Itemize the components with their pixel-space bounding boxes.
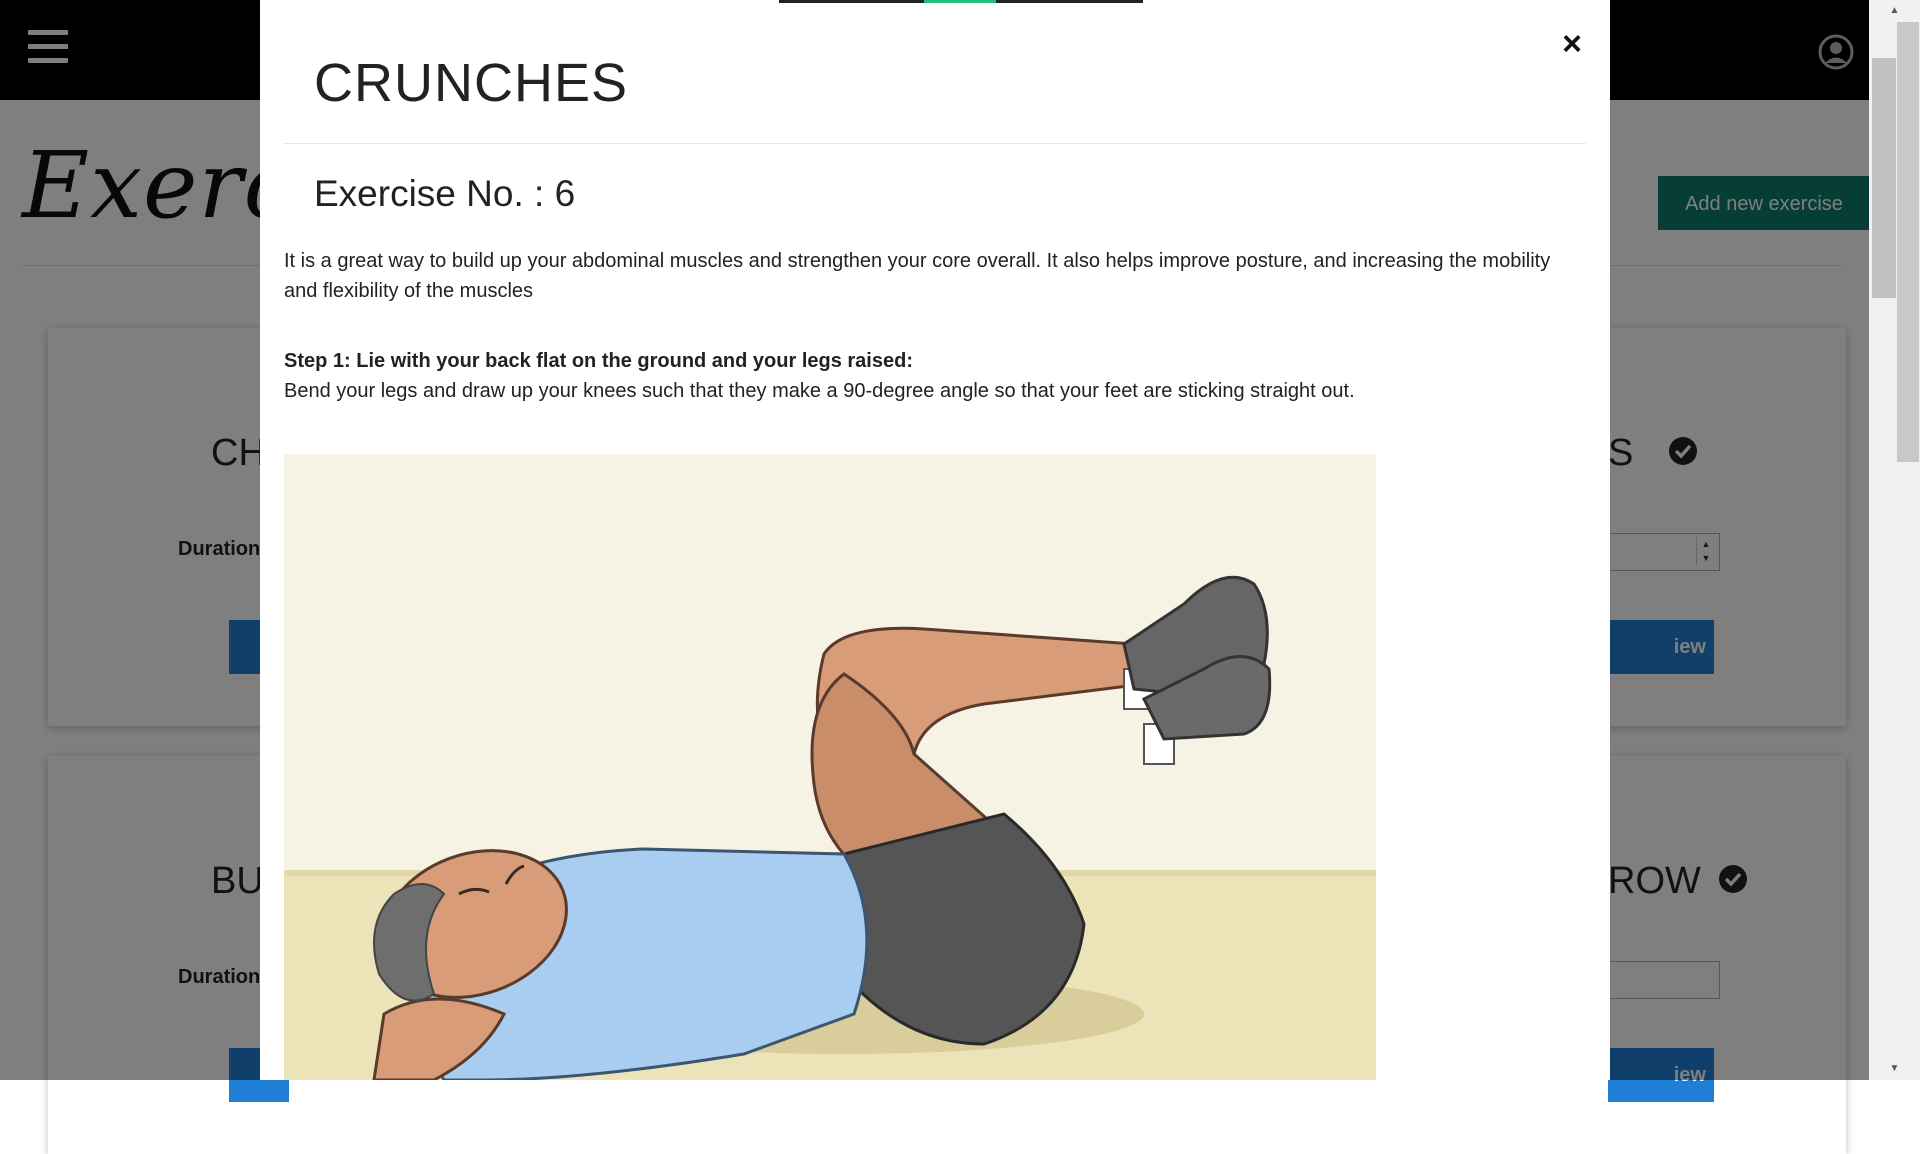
exercise-description: It is a great way to build up your abdom… — [284, 250, 1551, 302]
close-icon[interactable]: × — [1556, 27, 1588, 61]
modal-header-divider — [284, 143, 1586, 144]
scrollbar-thumb[interactable] — [1872, 58, 1896, 298]
outer-scrollbar-thumb[interactable] — [1897, 22, 1919, 462]
crunches-illustration — [284, 454, 1376, 1080]
scroll-up-arrow-icon[interactable]: ▲ — [1869, 0, 1920, 22]
exercise-number: Exercise No. : 6 — [314, 173, 576, 214]
modal-top-accent — [924, 0, 996, 3]
scroll-down-arrow-icon[interactable]: ▼ — [1869, 1058, 1920, 1080]
step-text: Bend your legs and draw up your knees su… — [284, 380, 1355, 402]
step-title: Step 1: Lie with your back flat on the g… — [284, 350, 913, 372]
exercise-detail-modal: CRUNCHES × Exercise No. : 6 It is a grea… — [260, 0, 1610, 1080]
modal-title: CRUNCHES — [314, 53, 629, 113]
